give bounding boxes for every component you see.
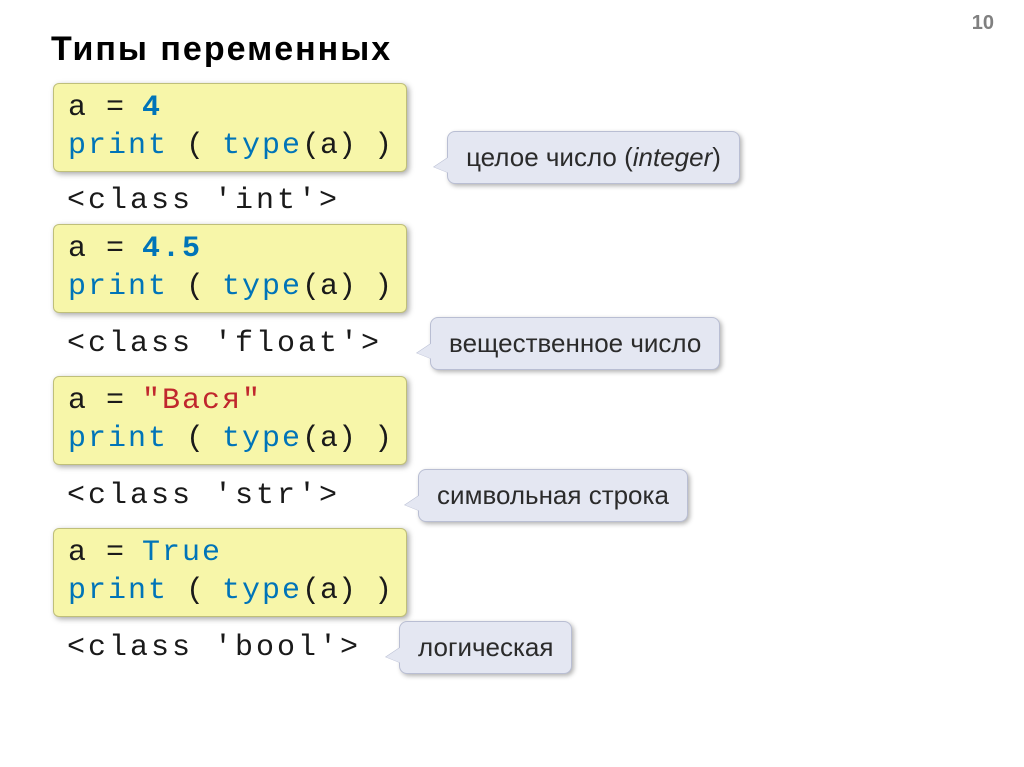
print-fn: print bbox=[68, 574, 168, 608]
code-box-float: a = 4.5 print ( type(a) ) bbox=[53, 224, 407, 313]
bool-value: True bbox=[142, 536, 222, 570]
paren: ( bbox=[168, 270, 222, 304]
page-number: 10 bbox=[972, 12, 994, 35]
var-name: a bbox=[68, 91, 88, 125]
output-str: <class 'str'> bbox=[53, 479, 340, 513]
page-title: Типы переменных bbox=[51, 30, 979, 69]
str-value: "Вася" bbox=[142, 384, 262, 418]
callout-int: целое число (integer) bbox=[447, 131, 740, 184]
equals: = bbox=[88, 536, 142, 570]
callout-str: символьная строка bbox=[418, 469, 688, 522]
example-int: a = 4 print ( type(a) ) целое число (int… bbox=[53, 83, 979, 218]
paren: ( bbox=[168, 574, 222, 608]
arg: (a) bbox=[302, 422, 356, 456]
output-float: <class 'float'> bbox=[53, 327, 382, 361]
code-box-str: a = "Вася" print ( type(a) ) bbox=[53, 376, 407, 465]
var-name: a bbox=[68, 232, 88, 266]
type-fn: type bbox=[222, 129, 302, 163]
type-fn: type bbox=[222, 574, 302, 608]
equals: = bbox=[88, 91, 142, 125]
code-box-bool: a = True print ( type(a) ) bbox=[53, 528, 407, 617]
float-value: 4.5 bbox=[142, 232, 202, 266]
paren-close: ) bbox=[356, 270, 392, 304]
callout-italic: integer bbox=[633, 142, 713, 172]
paren: ( bbox=[168, 129, 222, 163]
callout-suffix: ) bbox=[712, 142, 721, 172]
content-area: a = 4 print ( type(a) ) целое число (int… bbox=[53, 83, 979, 674]
type-fn: type bbox=[222, 270, 302, 304]
example-str: a = "Вася" print ( type(a) ) <class 'str… bbox=[53, 376, 979, 522]
paren: ( bbox=[168, 422, 222, 456]
arg: (a) bbox=[302, 574, 356, 608]
print-fn: print bbox=[68, 422, 168, 456]
int-value: 4 bbox=[142, 91, 162, 125]
print-fn: print bbox=[68, 129, 168, 163]
callout-bool: логическая bbox=[399, 621, 572, 674]
paren-close: ) bbox=[356, 129, 392, 163]
paren-close: ) bbox=[356, 422, 392, 456]
var-name: a bbox=[68, 536, 88, 570]
equals: = bbox=[88, 232, 142, 266]
code-box-int: a = 4 print ( type(a) ) bbox=[53, 83, 407, 172]
var-name: a bbox=[68, 384, 88, 418]
equals: = bbox=[88, 384, 142, 418]
example-bool: a = True print ( type(a) ) <class 'bool'… bbox=[53, 528, 979, 674]
paren-close: ) bbox=[356, 574, 392, 608]
print-fn: print bbox=[68, 270, 168, 304]
callout-text: целое число ( bbox=[466, 142, 633, 172]
arg: (a) bbox=[302, 270, 356, 304]
arg: (a) bbox=[302, 129, 356, 163]
output-int: <class 'int'> bbox=[53, 184, 340, 218]
output-bool: <class 'bool'> bbox=[53, 631, 361, 665]
example-float: a = 4.5 print ( type(a) ) <class 'float'… bbox=[53, 224, 979, 370]
type-fn: type bbox=[222, 422, 302, 456]
callout-float: вещественное число bbox=[430, 317, 720, 370]
